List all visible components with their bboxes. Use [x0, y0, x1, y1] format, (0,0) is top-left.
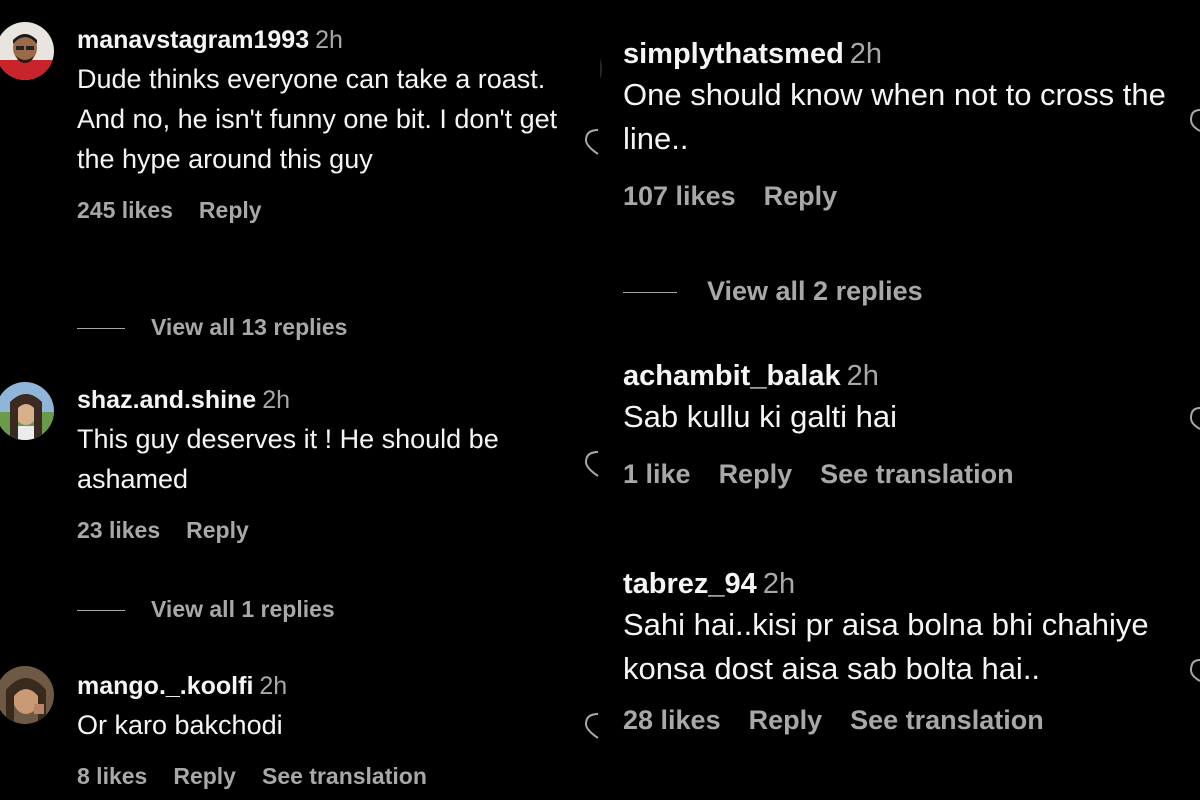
likes-count[interactable]: 245 likes	[77, 197, 173, 224]
comment-time: 2h	[849, 38, 883, 70]
avatar[interactable]	[0, 22, 54, 80]
view-replies-button[interactable]: View all 2 replies	[623, 276, 923, 307]
avatar[interactable]	[600, 40, 602, 98]
comment-username[interactable]: mango._.koolfi	[77, 672, 253, 700]
comment-text: Sahi hai..kisi pr aisa bolna bhi chahiye…	[623, 607, 1149, 686]
view-replies-label: View all 13 replies	[151, 314, 348, 340]
view-replies-button[interactable]: View all 13 replies	[77, 314, 347, 341]
likes-count[interactable]: 107 likes	[623, 181, 736, 212]
comment-item: simplythatsmed 2h One should know when no…	[600, 0, 1200, 330]
comment-item: achambit_balak 2h Sab kullu ki galti hai …	[600, 340, 1200, 520]
avatar[interactable]	[0, 382, 54, 440]
comment-time: 2h	[262, 386, 291, 414]
like-heart-icon[interactable]	[584, 710, 600, 740]
view-replies-label: View all 2 replies	[707, 276, 923, 306]
comments-column-left: manavstagram1993 2h Dude thinks everyone …	[0, 0, 590, 800]
reply-button[interactable]: Reply	[186, 517, 249, 544]
avatar[interactable]	[0, 666, 54, 724]
comment-username[interactable]: manavstagram1993	[77, 26, 309, 54]
view-replies-button[interactable]: View all 1 replies	[77, 596, 335, 623]
reply-button[interactable]: Reply	[199, 197, 262, 224]
reply-button[interactable]: Reply	[719, 459, 793, 490]
comment-text: Sab kullu ki galti hai	[623, 399, 897, 434]
comment-username[interactable]: shaz.and.shine	[77, 386, 256, 414]
comment-time: 2h	[846, 360, 879, 392]
like-heart-icon[interactable]	[1190, 658, 1200, 682]
comment-text: One should know when not to cross the li…	[623, 77, 1166, 156]
comment-username[interactable]: tabrez_94	[623, 568, 757, 600]
comment-item: tabrez_94 2h Sahi hai..kisi pr aisa bolna…	[600, 548, 1200, 800]
see-translation-button[interactable]: See translation	[820, 459, 1014, 490]
reply-button[interactable]: Reply	[764, 181, 838, 212]
see-translation-button[interactable]: See translation	[262, 763, 427, 790]
likes-count[interactable]: 28 likes	[623, 705, 721, 736]
divider	[623, 292, 677, 294]
like-heart-icon[interactable]	[1190, 108, 1200, 132]
comment-time: 2h	[762, 568, 796, 600]
comment-username[interactable]: simplythatsmed	[623, 38, 844, 70]
see-translation-button[interactable]: See translation	[850, 705, 1044, 736]
like-heart-icon[interactable]	[584, 448, 600, 478]
comment-item: mango._.koolfi 2h Or karo bakchodi 8 like…	[0, 652, 590, 800]
comment-time: 2h	[315, 26, 343, 54]
reply-button[interactable]: Reply	[173, 763, 236, 790]
divider	[77, 610, 125, 612]
like-heart-icon[interactable]	[584, 126, 600, 156]
like-heart-icon[interactable]	[1190, 406, 1200, 430]
comments-column-right: simplythatsmed 2h One should know when no…	[600, 0, 1200, 800]
view-replies-label: View all 1 replies	[151, 596, 335, 622]
comment-text: Or karo bakchodi	[77, 710, 283, 740]
likes-count[interactable]: 1 like	[623, 459, 691, 490]
comment-text: This guy deserves it ! He should be asha…	[77, 424, 499, 494]
comment-text: Dude thinks everyone can take a roast. A…	[77, 64, 558, 174]
likes-count[interactable]: 23 likes	[77, 517, 160, 544]
comment-time: 2h	[259, 672, 288, 700]
comment-item: manavstagram1993 2h Dude thinks everyone …	[0, 0, 590, 350]
divider	[77, 328, 125, 330]
comment-username[interactable]: achambit_balak	[623, 360, 841, 392]
likes-count[interactable]: 8 likes	[77, 763, 147, 790]
comment-item: shaz.and.shine 2h This guy deserves it ! …	[0, 370, 590, 640]
reply-button[interactable]: Reply	[749, 705, 823, 736]
